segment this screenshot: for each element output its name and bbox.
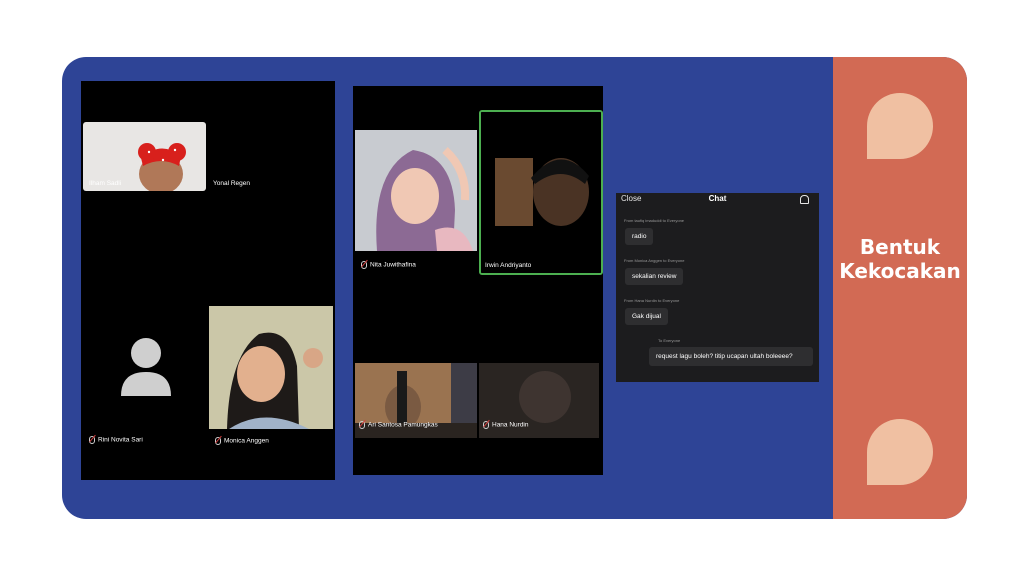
side-decor-panel: Bentuk Kekocakan: [833, 57, 967, 519]
muted-mic-icon: [361, 261, 367, 269]
participant-name: Rini Novita Sari: [89, 436, 143, 444]
message-recipient: To Everyone: [658, 338, 681, 343]
participant-photo: [481, 112, 601, 273]
avatar-placeholder-icon: [121, 338, 171, 396]
participant-name: Nita Juwithafina: [361, 261, 416, 269]
chat-message: Gak dijual: [625, 308, 668, 325]
participant-name: Yonal Regen: [213, 180, 250, 187]
chat-panel: Close Chat From taufiq imaduddi to Every…: [616, 193, 819, 382]
bell-icon[interactable]: [800, 195, 809, 204]
message-sender: From Monica Anggen to Everyone: [624, 258, 685, 263]
video-tile-ilham[interactable]: Ilham Sadli: [83, 122, 206, 191]
chat-message: radio: [625, 228, 654, 245]
muted-mic-icon: [483, 421, 489, 429]
muted-mic-icon: [215, 437, 221, 445]
chat-message-own: request lagu boleh? titip ucapan ultah b…: [649, 347, 813, 366]
chat-header: Close Chat: [616, 193, 819, 207]
video-tile-irwin-active-speaker[interactable]: Irwin Andriyanto: [479, 110, 603, 275]
video-tile-ari[interactable]: Ari Santosa Pamungkas: [355, 363, 477, 438]
video-tile-yonal[interactable]: Yonal Regen: [208, 122, 333, 191]
participant-photo: [209, 306, 333, 446]
video-tile-monica[interactable]: Monica Anggen: [209, 306, 333, 446]
decor-shape: [867, 93, 933, 159]
participant-name: Ilham Sadli: [89, 180, 122, 187]
participant-name: Hana Nurdin: [483, 421, 529, 429]
chat-title: Chat: [708, 194, 727, 203]
muted-mic-icon: [89, 436, 95, 444]
participant-name: Monica Anggen: [215, 437, 269, 445]
participant-name: Ari Santosa Pamungkas: [359, 421, 438, 429]
video-tile-rini[interactable]: Rini Novita Sari: [83, 306, 206, 446]
muted-mic-icon: [359, 421, 365, 429]
slide-card: Ilham Sadli Yonal Regen Rini Novita Sari…: [62, 57, 967, 519]
zoom-grid-middle: Nita Juwithafina Irwin Andriyanto Ari Sa…: [353, 86, 603, 475]
decor-shape: [867, 419, 933, 485]
participant-photo: [355, 130, 477, 273]
video-tile-nita[interactable]: Nita Juwithafina: [355, 130, 477, 273]
message-sender: From Hana Nurdin to Everyone: [624, 298, 680, 303]
video-tile-hana[interactable]: Hana Nurdin: [479, 363, 599, 438]
chat-message: sekalian review: [625, 268, 684, 285]
message-sender: From taufiq imaduddi to Everyone: [624, 218, 685, 223]
zoom-grid-left: Ilham Sadli Yonal Regen Rini Novita Sari…: [81, 81, 335, 480]
slide-title: Bentuk Kekocakan: [839, 235, 961, 283]
participant-name: Irwin Andriyanto: [485, 262, 532, 269]
